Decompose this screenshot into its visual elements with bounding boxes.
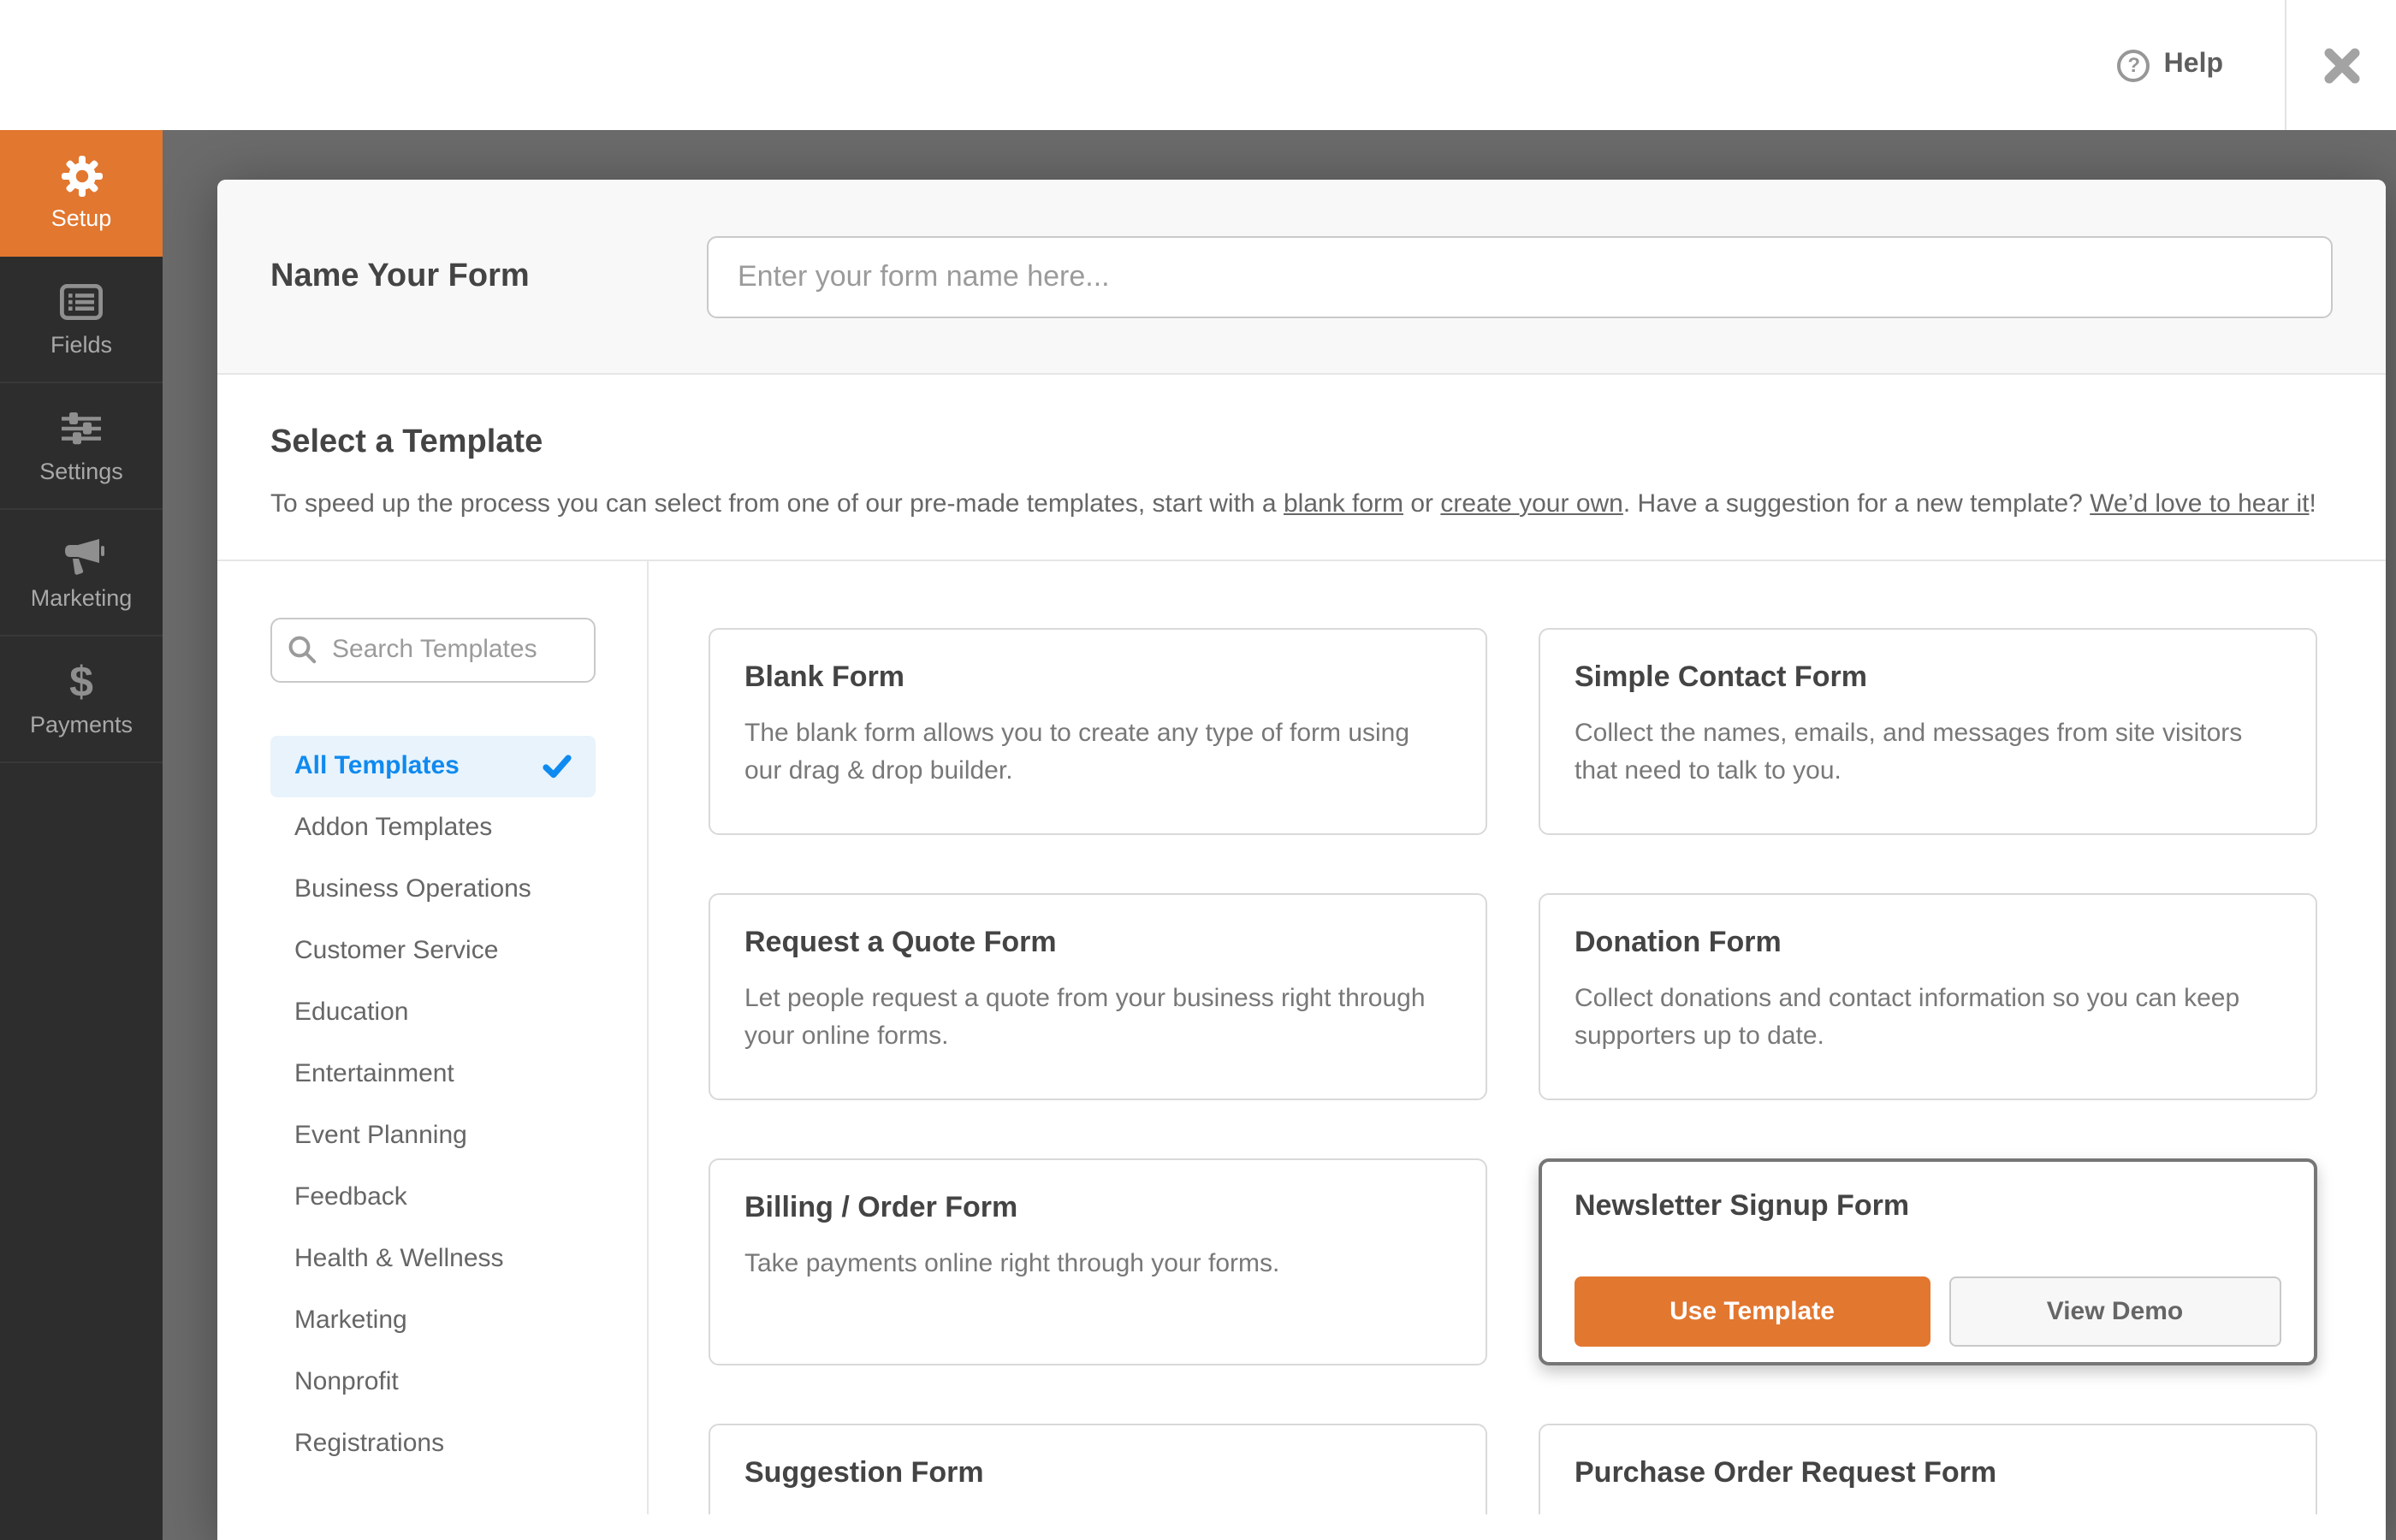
template-name: Purchase Order Request Form bbox=[1575, 1455, 1997, 1489]
sidebar-item-setup[interactable]: Setup bbox=[0, 130, 163, 257]
intro-text: or bbox=[1403, 489, 1441, 518]
template-list-pane: Blank Form The blank form allows you to … bbox=[649, 561, 2386, 1514]
category-label: Entertainment bbox=[294, 1059, 454, 1089]
intro-text: ! bbox=[2309, 489, 2316, 518]
template-card-simple-contact-form[interactable]: Simple Contact Form Collect the names, e… bbox=[1539, 627, 2317, 835]
select-template-heading: Select a Template bbox=[270, 424, 543, 460]
template-description: Let your employees request a purchase or… bbox=[1575, 1511, 2281, 1514]
sidebar-item-label: Payments bbox=[29, 711, 133, 737]
help-button[interactable]: ? Help bbox=[2117, 49, 2223, 81]
sidebar-item-label: Settings bbox=[39, 458, 123, 483]
template-name: Simple Contact Form bbox=[1575, 660, 1867, 693]
help-icon: ? bbox=[2117, 49, 2150, 81]
template-description: Collect donations and contact informatio… bbox=[1575, 983, 2240, 1051]
category-label: Business Operations bbox=[294, 874, 531, 904]
category-registrations[interactable]: Registrations bbox=[270, 1413, 596, 1475]
love-to-hear-it-link[interactable]: We’d love to hear it bbox=[2090, 489, 2309, 518]
category-label: Feedback bbox=[294, 1182, 407, 1212]
top-header: ? Help bbox=[0, 0, 2396, 130]
category-business-operations[interactable]: Business Operations bbox=[270, 859, 596, 921]
template-description: Gather site visitor suggestions into one… bbox=[744, 1511, 1451, 1514]
megaphone-icon bbox=[59, 535, 104, 576]
blank-form-link[interactable]: blank form bbox=[1284, 489, 1403, 518]
fields-icon bbox=[60, 281, 103, 323]
close-button[interactable] bbox=[2286, 0, 2396, 130]
category-customer-service[interactable]: Customer Service bbox=[270, 921, 596, 982]
check-icon bbox=[543, 754, 572, 779]
builder-sidebar: Setup Fields Settings Marketing $ Paymen… bbox=[0, 130, 163, 1540]
sidebar-item-settings[interactable]: Settings bbox=[0, 383, 163, 510]
name-your-form-section: Name Your Form bbox=[217, 180, 2386, 375]
sidebar-item-payments[interactable]: $ Payments bbox=[0, 637, 163, 763]
category-marketing[interactable]: Marketing bbox=[270, 1290, 596, 1352]
sliders-icon bbox=[60, 408, 103, 449]
category-addon-templates[interactable]: Addon Templates bbox=[270, 797, 596, 859]
template-name: Blank Form bbox=[744, 660, 905, 693]
use-template-button[interactable]: Use Template bbox=[1575, 1276, 1930, 1347]
template-name: Request a Quote Form bbox=[744, 925, 1057, 958]
category-nonprofit[interactable]: Nonprofit bbox=[270, 1352, 596, 1413]
sidebar-item-label: Marketing bbox=[30, 584, 133, 610]
setup-panel: Name Your Form Select a Template To spee… bbox=[217, 180, 2386, 1540]
sidebar-item-label: Fields bbox=[50, 331, 112, 357]
category-label: Event Planning bbox=[294, 1121, 467, 1151]
help-label: Help bbox=[2163, 50, 2223, 79]
category-label: Marketing bbox=[294, 1306, 407, 1336]
dollar-icon: $ bbox=[69, 658, 93, 706]
category-event-planning[interactable]: Event Planning bbox=[270, 1105, 596, 1167]
template-name: Suggestion Form bbox=[744, 1455, 984, 1489]
category-label: All Templates bbox=[294, 751, 460, 781]
template-description: Collect the names, emails, and messages … bbox=[1575, 718, 2243, 786]
sidebar-item-fields[interactable]: Fields bbox=[0, 257, 163, 383]
template-picker-body: All Templates Addon Templates Business O… bbox=[217, 559, 2386, 1514]
template-description: Take payments online right through your … bbox=[744, 1248, 1280, 1278]
category-label: Customer Service bbox=[294, 936, 499, 966]
template-name: Donation Form bbox=[1575, 925, 1782, 958]
search-icon bbox=[288, 635, 317, 672]
template-description: The blank form allows you to create any … bbox=[744, 718, 1410, 786]
template-card-purchase-order-request-form[interactable]: Purchase Order Request Form Let your emp… bbox=[1539, 1423, 2317, 1514]
template-card-donation-form[interactable]: Donation Form Collect donations and cont… bbox=[1539, 892, 2317, 1100]
select-template-description: To speed up the process you can select f… bbox=[270, 486, 2333, 524]
template-categories: All Templates Addon Templates Business O… bbox=[270, 735, 596, 1475]
form-name-input[interactable] bbox=[707, 235, 2333, 317]
intro-text: . Have a suggestion for a new template? bbox=[1622, 489, 2091, 518]
category-label: Registrations bbox=[294, 1429, 445, 1459]
category-label: Addon Templates bbox=[294, 813, 493, 843]
category-health-wellness[interactable]: Health & Wellness bbox=[270, 1229, 596, 1290]
category-label: Health & Wellness bbox=[294, 1244, 504, 1274]
category-label: Nonprofit bbox=[294, 1367, 399, 1397]
intro-text: To speed up the process you can select f… bbox=[270, 489, 1284, 518]
view-demo-button[interactable]: View Demo bbox=[1948, 1276, 2281, 1347]
sidebar-item-marketing[interactable]: Marketing bbox=[0, 510, 163, 637]
wpforms-builder: ? Help Setup Fields Settings Marketing $… bbox=[0, 0, 2396, 1540]
select-template-intro: Select a Template To speed up the proces… bbox=[217, 375, 2386, 560]
sidebar-item-label: Setup bbox=[50, 204, 112, 230]
create-your-own-link[interactable]: create your own bbox=[1440, 489, 1622, 518]
template-card-request-a-quote-form[interactable]: Request a Quote Form Let people request … bbox=[709, 892, 1487, 1100]
template-name: Newsletter Signup Form bbox=[1575, 1188, 1910, 1222]
template-description: Let people request a quote from your bus… bbox=[744, 983, 1426, 1051]
category-all-templates[interactable]: All Templates bbox=[270, 735, 596, 797]
search-templates-input[interactable] bbox=[270, 617, 596, 683]
name-your-form-label: Name Your Form bbox=[270, 258, 530, 293]
template-card-billing-order-form[interactable]: Billing / Order Form Take payments onlin… bbox=[709, 1158, 1487, 1365]
gear-icon bbox=[59, 155, 104, 196]
template-card-newsletter-signup-form[interactable]: Newsletter Signup Form Use Template View… bbox=[1539, 1158, 2317, 1365]
category-feedback[interactable]: Feedback bbox=[270, 1167, 596, 1229]
template-name: Billing / Order Form bbox=[744, 1190, 1018, 1223]
category-label: Education bbox=[294, 998, 409, 1028]
template-cards-grid: Blank Form The blank form allows you to … bbox=[709, 627, 2317, 1514]
category-education[interactable]: Education bbox=[270, 982, 596, 1044]
template-filter-pane: All Templates Addon Templates Business O… bbox=[217, 560, 649, 1514]
category-entertainment[interactable]: Entertainment bbox=[270, 1044, 596, 1105]
close-icon bbox=[2323, 47, 2359, 83]
template-card-suggestion-form[interactable]: Suggestion Form Gather site visitor sugg… bbox=[709, 1423, 1487, 1514]
template-card-blank-form[interactable]: Blank Form The blank form allows you to … bbox=[709, 627, 1487, 835]
stage: ? Help Setup Fields Settings Marketing $… bbox=[0, 0, 2396, 1540]
